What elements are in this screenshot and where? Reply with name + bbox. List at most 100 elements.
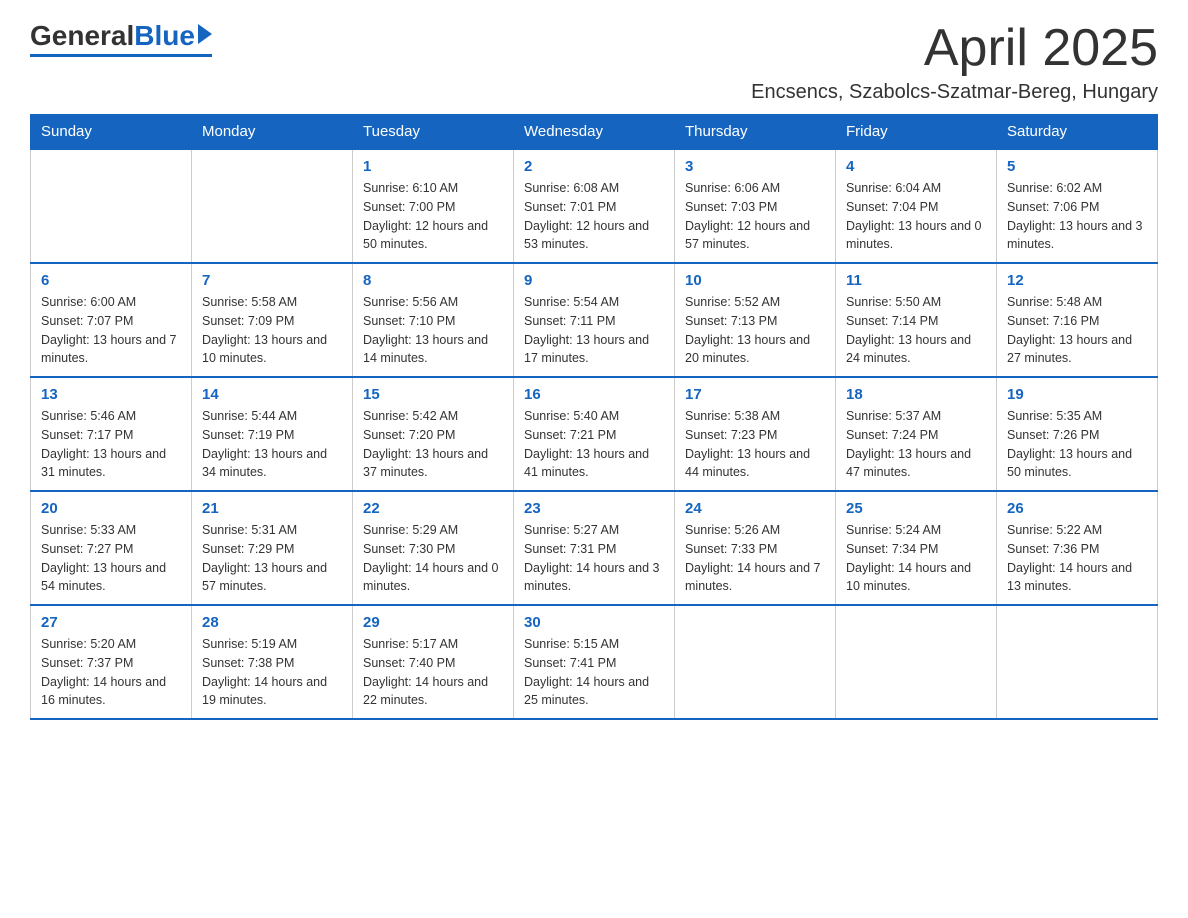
day-number: 20 bbox=[41, 500, 181, 517]
calendar-cell: 29 Sunrise: 5:17 AM Sunset: 7:40 PM Dayli… bbox=[353, 605, 514, 719]
day-number: 27 bbox=[41, 614, 181, 631]
page-header: General Blue April 2025 Encsencs, Szabol… bbox=[30, 20, 1158, 104]
day-number: 13 bbox=[41, 386, 181, 403]
day-number: 12 bbox=[1007, 272, 1147, 289]
day-number: 30 bbox=[524, 614, 664, 631]
calendar-cell: 23 Sunrise: 5:27 AM Sunset: 7:31 PM Dayli… bbox=[514, 491, 675, 605]
calendar-header-wednesday: Wednesday bbox=[514, 115, 675, 150]
day-number: 10 bbox=[685, 272, 825, 289]
day-info: Sunrise: 5:42 AM Sunset: 7:20 PM Dayligh… bbox=[363, 407, 503, 482]
calendar-header-thursday: Thursday bbox=[675, 115, 836, 150]
calendar-cell: 18 Sunrise: 5:37 AM Sunset: 7:24 PM Dayli… bbox=[836, 377, 997, 491]
calendar-cell: 24 Sunrise: 5:26 AM Sunset: 7:33 PM Dayli… bbox=[675, 491, 836, 605]
calendar-cell: 25 Sunrise: 5:24 AM Sunset: 7:34 PM Dayli… bbox=[836, 491, 997, 605]
day-info: Sunrise: 5:48 AM Sunset: 7:16 PM Dayligh… bbox=[1007, 293, 1147, 368]
calendar-cell: 11 Sunrise: 5:50 AM Sunset: 7:14 PM Dayli… bbox=[836, 263, 997, 377]
day-info: Sunrise: 5:46 AM Sunset: 7:17 PM Dayligh… bbox=[41, 407, 181, 482]
day-info: Sunrise: 6:10 AM Sunset: 7:00 PM Dayligh… bbox=[363, 179, 503, 254]
day-number: 21 bbox=[202, 500, 342, 517]
day-number: 1 bbox=[363, 158, 503, 175]
day-info: Sunrise: 6:08 AM Sunset: 7:01 PM Dayligh… bbox=[524, 179, 664, 254]
title-section: April 2025 Encsencs, Szabolcs-Szatmar-Be… bbox=[751, 20, 1158, 104]
calendar-week-row: 13 Sunrise: 5:46 AM Sunset: 7:17 PM Dayli… bbox=[31, 377, 1158, 491]
calendar-cell: 1 Sunrise: 6:10 AM Sunset: 7:00 PM Daylig… bbox=[353, 149, 514, 263]
calendar-cell: 3 Sunrise: 6:06 AM Sunset: 7:03 PM Daylig… bbox=[675, 149, 836, 263]
day-info: Sunrise: 5:29 AM Sunset: 7:30 PM Dayligh… bbox=[363, 521, 503, 596]
day-number: 19 bbox=[1007, 386, 1147, 403]
day-info: Sunrise: 6:00 AM Sunset: 7:07 PM Dayligh… bbox=[41, 293, 181, 368]
calendar-cell: 13 Sunrise: 5:46 AM Sunset: 7:17 PM Dayli… bbox=[31, 377, 192, 491]
day-number: 3 bbox=[685, 158, 825, 175]
logo: General Blue bbox=[30, 20, 212, 57]
day-info: Sunrise: 5:44 AM Sunset: 7:19 PM Dayligh… bbox=[202, 407, 342, 482]
day-number: 15 bbox=[363, 386, 503, 403]
calendar-cell: 14 Sunrise: 5:44 AM Sunset: 7:19 PM Dayli… bbox=[192, 377, 353, 491]
calendar-cell: 12 Sunrise: 5:48 AM Sunset: 7:16 PM Dayli… bbox=[997, 263, 1158, 377]
day-info: Sunrise: 5:15 AM Sunset: 7:41 PM Dayligh… bbox=[524, 635, 664, 710]
calendar-header-saturday: Saturday bbox=[997, 115, 1158, 150]
calendar-cell bbox=[836, 605, 997, 719]
logo-underline bbox=[30, 54, 212, 57]
day-number: 16 bbox=[524, 386, 664, 403]
day-info: Sunrise: 5:37 AM Sunset: 7:24 PM Dayligh… bbox=[846, 407, 986, 482]
day-info: Sunrise: 5:56 AM Sunset: 7:10 PM Dayligh… bbox=[363, 293, 503, 368]
day-number: 14 bbox=[202, 386, 342, 403]
calendar-week-row: 1 Sunrise: 6:10 AM Sunset: 7:00 PM Daylig… bbox=[31, 149, 1158, 263]
day-number: 18 bbox=[846, 386, 986, 403]
logo-arrow-icon bbox=[198, 24, 212, 44]
logo-general-text: General bbox=[30, 20, 134, 52]
calendar-header-friday: Friday bbox=[836, 115, 997, 150]
calendar-week-row: 27 Sunrise: 5:20 AM Sunset: 7:37 PM Dayli… bbox=[31, 605, 1158, 719]
calendar-cell: 5Sunrise: 6:02 AM Sunset: 7:06 PM Daylig… bbox=[997, 149, 1158, 263]
calendar-header-row: SundayMondayTuesdayWednesdayThursdayFrid… bbox=[31, 115, 1158, 150]
logo-blue-text: Blue bbox=[134, 20, 195, 52]
day-number: 25 bbox=[846, 500, 986, 517]
day-info: Sunrise: 5:26 AM Sunset: 7:33 PM Dayligh… bbox=[685, 521, 825, 596]
day-number: 22 bbox=[363, 500, 503, 517]
calendar-header-sunday: Sunday bbox=[31, 115, 192, 150]
calendar-cell: 22 Sunrise: 5:29 AM Sunset: 7:30 PM Dayli… bbox=[353, 491, 514, 605]
calendar-cell: 17 Sunrise: 5:38 AM Sunset: 7:23 PM Dayli… bbox=[675, 377, 836, 491]
calendar-week-row: 20 Sunrise: 5:33 AM Sunset: 7:27 PM Dayli… bbox=[31, 491, 1158, 605]
calendar-cell: 10Sunrise: 5:52 AM Sunset: 7:13 PM Dayli… bbox=[675, 263, 836, 377]
location-subtitle: Encsencs, Szabolcs-Szatmar-Bereg, Hungar… bbox=[751, 81, 1158, 104]
day-info: Sunrise: 5:33 AM Sunset: 7:27 PM Dayligh… bbox=[41, 521, 181, 596]
calendar-cell: 27 Sunrise: 5:20 AM Sunset: 7:37 PM Dayli… bbox=[31, 605, 192, 719]
day-info: Sunrise: 5:20 AM Sunset: 7:37 PM Dayligh… bbox=[41, 635, 181, 710]
day-number: 26 bbox=[1007, 500, 1147, 517]
day-info: Sunrise: 5:19 AM Sunset: 7:38 PM Dayligh… bbox=[202, 635, 342, 710]
day-info: Sunrise: 5:17 AM Sunset: 7:40 PM Dayligh… bbox=[363, 635, 503, 710]
day-info: Sunrise: 5:27 AM Sunset: 7:31 PM Dayligh… bbox=[524, 521, 664, 596]
day-number: 23 bbox=[524, 500, 664, 517]
day-number: 6 bbox=[41, 272, 181, 289]
calendar-cell: 9Sunrise: 5:54 AM Sunset: 7:11 PM Daylig… bbox=[514, 263, 675, 377]
calendar-cell: 21 Sunrise: 5:31 AM Sunset: 7:29 PM Dayli… bbox=[192, 491, 353, 605]
calendar-cell: 30 Sunrise: 5:15 AM Sunset: 7:41 PM Dayli… bbox=[514, 605, 675, 719]
calendar-week-row: 6 Sunrise: 6:00 AM Sunset: 7:07 PM Daylig… bbox=[31, 263, 1158, 377]
calendar-cell: 26 Sunrise: 5:22 AM Sunset: 7:36 PM Dayli… bbox=[997, 491, 1158, 605]
calendar-cell: 6 Sunrise: 6:00 AM Sunset: 7:07 PM Daylig… bbox=[31, 263, 192, 377]
day-number: 4 bbox=[846, 158, 986, 175]
day-number: 9 bbox=[524, 272, 664, 289]
day-info: Sunrise: 6:06 AM Sunset: 7:03 PM Dayligh… bbox=[685, 179, 825, 254]
day-number: 7 bbox=[202, 272, 342, 289]
calendar-cell: 20 Sunrise: 5:33 AM Sunset: 7:27 PM Dayli… bbox=[31, 491, 192, 605]
calendar-header-monday: Monday bbox=[192, 115, 353, 150]
day-number: 24 bbox=[685, 500, 825, 517]
calendar-cell bbox=[997, 605, 1158, 719]
calendar-cell bbox=[192, 149, 353, 263]
day-info: Sunrise: 5:31 AM Sunset: 7:29 PM Dayligh… bbox=[202, 521, 342, 596]
day-number: 17 bbox=[685, 386, 825, 403]
day-number: 8 bbox=[363, 272, 503, 289]
calendar-header-tuesday: Tuesday bbox=[353, 115, 514, 150]
day-info: Sunrise: 5:50 AM Sunset: 7:14 PM Dayligh… bbox=[846, 293, 986, 368]
day-info: Sunrise: 5:58 AM Sunset: 7:09 PM Dayligh… bbox=[202, 293, 342, 368]
day-number: 5 bbox=[1007, 158, 1147, 175]
day-info: Sunrise: 5:38 AM Sunset: 7:23 PM Dayligh… bbox=[685, 407, 825, 482]
day-info: Sunrise: 5:24 AM Sunset: 7:34 PM Dayligh… bbox=[846, 521, 986, 596]
day-number: 29 bbox=[363, 614, 503, 631]
day-info: Sunrise: 5:22 AM Sunset: 7:36 PM Dayligh… bbox=[1007, 521, 1147, 596]
calendar-table: SundayMondayTuesdayWednesdayThursdayFrid… bbox=[30, 114, 1158, 720]
calendar-cell: 28Sunrise: 5:19 AM Sunset: 7:38 PM Dayli… bbox=[192, 605, 353, 719]
day-number: 11 bbox=[846, 272, 986, 289]
